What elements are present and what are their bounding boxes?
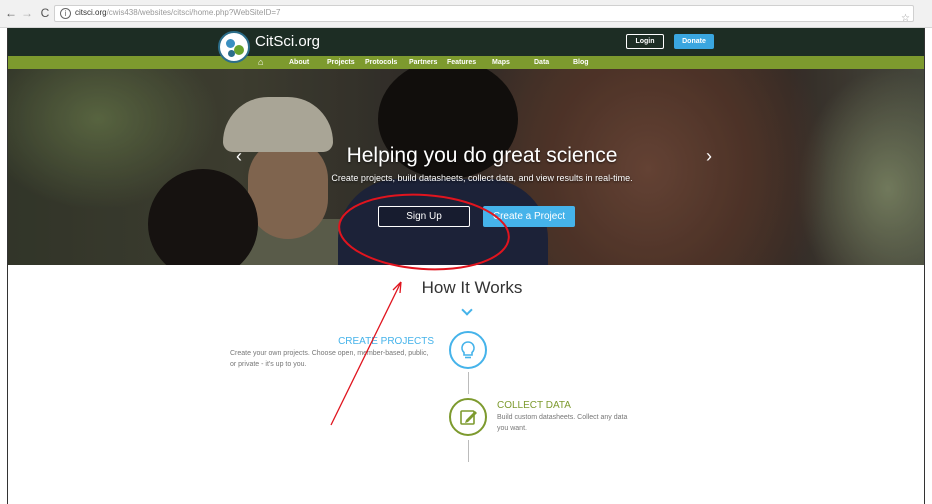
hero-title: Helping you do great science	[346, 144, 618, 167]
reload-icon[interactable]: C	[38, 6, 52, 20]
create-projects-description: Create your own projects. Choose open, m…	[230, 350, 429, 368]
create-projects-title: CREATE PROJECTS	[338, 336, 434, 347]
address-bar[interactable]: i citsci.org/cwis438/websites/citsci/hom…	[54, 5, 914, 24]
collect-data-description: Build custom datasheets. Collect any dat…	[497, 414, 628, 432]
citsci-logo-icon[interactable]	[218, 31, 250, 63]
web-page: CitSci.org Login Donate ⌂ About Projects…	[7, 28, 925, 504]
nav-item-partners[interactable]: Partners	[409, 57, 437, 68]
collect-data-title: COLLECT DATA	[497, 400, 571, 411]
nav-item-blog[interactable]: Blog	[573, 57, 589, 68]
timeline-connector	[468, 440, 469, 462]
main-nav: ⌂ About Projects Protocols Partners Feat…	[8, 56, 924, 69]
lightbulb-icon	[449, 331, 487, 369]
how-it-works-heading: How It Works	[421, 278, 523, 297]
nav-item-maps[interactable]: Maps	[492, 57, 510, 68]
donate-button[interactable]: Donate	[674, 34, 714, 49]
sign-up-button[interactable]: Sign Up	[378, 206, 470, 227]
nav-item-about[interactable]: About	[289, 57, 309, 68]
timeline-connector	[468, 372, 469, 394]
site-header: CitSci.org Login Donate	[8, 28, 924, 56]
hero-subtitle: Create projects, build datasheets, colle…	[331, 173, 633, 183]
nav-item-features[interactable]: Features	[447, 57, 476, 68]
nav-item-projects[interactable]: Projects	[327, 57, 355, 68]
create-project-button[interactable]: Create a Project	[483, 206, 575, 227]
home-icon[interactable]: ⌂	[258, 57, 263, 68]
hero-carousel: ‹ › Helping you do great science Create …	[8, 69, 924, 265]
browser-toolbar: ← → C i citsci.org/cwis438/websites/cits…	[0, 0, 932, 28]
nav-item-protocols[interactable]: Protocols	[365, 57, 397, 68]
bookmark-star-icon[interactable]: ☆	[901, 13, 913, 24]
url-path: /cwis438/websites/citsci/home.php?WebSit…	[106, 8, 281, 17]
url-host: citsci.org	[75, 8, 107, 17]
chevron-down-icon[interactable]	[461, 304, 473, 316]
forward-arrow-icon[interactable]: →	[20, 6, 34, 20]
back-arrow-icon[interactable]: ←	[4, 6, 18, 20]
login-button[interactable]: Login	[626, 34, 664, 49]
nav-item-data[interactable]: Data	[534, 57, 549, 68]
url-text: citsci.org/cwis438/websites/citsci/home.…	[75, 8, 281, 17]
site-logo-text[interactable]: CitSci.org	[255, 33, 320, 50]
info-icon[interactable]: i	[60, 8, 71, 19]
pencil-icon	[449, 398, 487, 436]
